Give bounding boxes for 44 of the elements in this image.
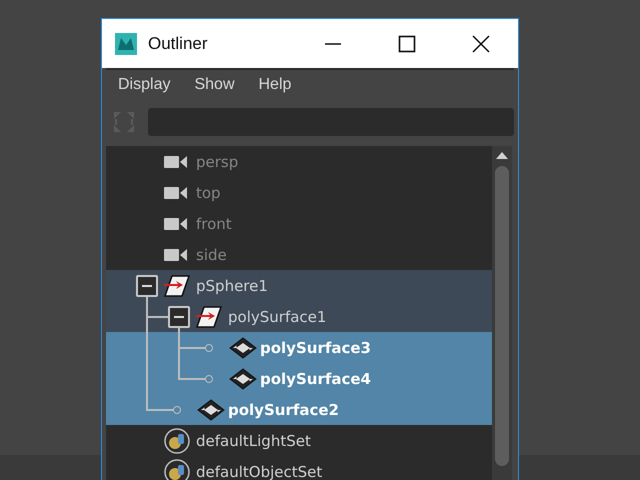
node-label: polySurface2 bbox=[228, 400, 339, 418]
mesh-icon bbox=[228, 368, 258, 390]
camera-icon bbox=[164, 186, 188, 200]
filter-field[interactable] bbox=[148, 108, 514, 136]
outliner-row[interactable]: polySurface4 bbox=[106, 363, 492, 394]
node-label: top bbox=[196, 184, 221, 202]
transform-icon bbox=[164, 274, 190, 296]
node-label: polySurface3 bbox=[260, 338, 371, 356]
node-label: defaultLightSet bbox=[196, 432, 311, 450]
node-label: defaultObjectSet bbox=[196, 462, 322, 480]
collapse-toggle[interactable] bbox=[136, 275, 158, 297]
camera-icon bbox=[164, 154, 188, 168]
collapse-toggle[interactable] bbox=[168, 306, 190, 328]
camera-icon bbox=[164, 216, 188, 230]
sphere-icon bbox=[164, 428, 190, 454]
close-icon bbox=[472, 34, 490, 52]
node-label: front bbox=[196, 214, 232, 232]
outliner-row[interactable]: polySurface1 bbox=[106, 301, 492, 332]
maximize-icon bbox=[398, 34, 416, 52]
mesh-icon bbox=[228, 336, 258, 358]
transform-icon bbox=[196, 306, 222, 328]
node-label: polySurface4 bbox=[260, 370, 371, 388]
node-label: pSphere1 bbox=[196, 276, 268, 294]
outliner-row[interactable]: pSphere1 bbox=[106, 270, 492, 301]
outliner-row[interactable]: persp bbox=[106, 146, 492, 177]
mesh-icon bbox=[196, 398, 226, 420]
app-logo-icon bbox=[115, 32, 137, 54]
outliner-row[interactable]: front bbox=[106, 208, 492, 239]
node-label: side bbox=[196, 246, 227, 264]
camera-icon bbox=[164, 248, 188, 262]
outliner-row[interactable]: polySurface3 bbox=[106, 332, 492, 363]
menu-item[interactable]: Display bbox=[118, 76, 170, 96]
window-title: Outliner bbox=[148, 34, 208, 54]
node-label: polySurface1 bbox=[228, 308, 326, 326]
outliner-row[interactable]: side bbox=[106, 239, 492, 270]
outliner-row[interactable]: defaultLightSet bbox=[106, 425, 492, 456]
menu-item[interactable]: Help bbox=[258, 76, 292, 96]
minimize-icon bbox=[324, 42, 342, 44]
scrollbar[interactable] bbox=[492, 146, 512, 480]
outliner-row[interactable]: polySurface2 bbox=[106, 394, 492, 425]
outliner-row[interactable]: top bbox=[106, 177, 492, 208]
node-label: persp bbox=[196, 152, 238, 170]
scroll-up-icon[interactable] bbox=[495, 150, 509, 160]
menu-item[interactable]: Show bbox=[194, 76, 234, 96]
